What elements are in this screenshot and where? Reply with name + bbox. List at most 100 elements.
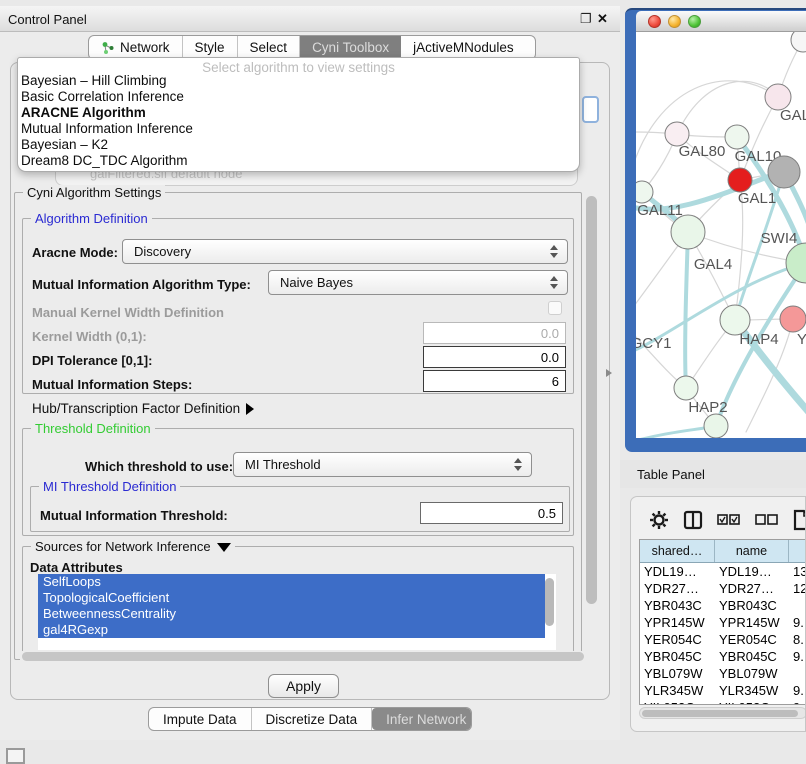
manual-kernel-checkbox[interactable] xyxy=(548,301,562,315)
export-table-icon[interactable] xyxy=(793,509,806,531)
background-combo-fragment xyxy=(582,96,599,123)
network-node[interactable] xyxy=(674,376,698,400)
spinner-icon xyxy=(550,276,558,289)
table-cell: YBR043C xyxy=(715,597,789,614)
tab-label: Style xyxy=(195,40,225,55)
tab-select[interactable]: Select xyxy=(238,36,301,59)
data-attributes-label: Data Attributes xyxy=(30,560,123,575)
hub-definition-toggle[interactable]: Hub/Transcription Factor Definition xyxy=(32,401,254,416)
table-cell: YDL19… xyxy=(640,563,715,580)
zoom-traffic-light-icon[interactable] xyxy=(688,15,701,28)
gear-icon[interactable] xyxy=(649,510,669,530)
network-node-label: GAL xyxy=(780,107,806,124)
network-edge[interactable] xyxy=(685,232,688,388)
table-column-header[interactable]: A xyxy=(789,540,806,562)
table-panel: shared…nameA YDL19…YDL19…13YDR27…YDR27…1… xyxy=(630,496,806,732)
tab-jactivemnodules[interactable]: jActiveMNodules xyxy=(401,36,526,59)
table-row[interactable]: YIL052CYIL052C9. xyxy=(640,699,806,705)
mi-type-combo[interactable]: Naive Bayes xyxy=(268,270,568,295)
tab-network[interactable]: Network xyxy=(89,36,183,59)
which-threshold-value: MI Threshold xyxy=(245,457,321,472)
network-node[interactable] xyxy=(728,168,752,192)
float-window-icon[interactable]: ❐ xyxy=(580,11,592,27)
table-row[interactable]: YPR145WYPR145W9. xyxy=(640,614,806,631)
sources-group-title[interactable]: Sources for Network Inference xyxy=(31,539,235,554)
aracne-mode-combo[interactable]: Discovery xyxy=(122,239,568,264)
algorithm-option[interactable]: Bayesian – K2 xyxy=(18,137,579,153)
table-panel-title: Table Panel xyxy=(637,467,705,482)
mi-steps-field[interactable]: 6 xyxy=(423,370,566,392)
tab-discretize-data[interactable]: Discretize Data xyxy=(252,708,373,730)
network-node[interactable] xyxy=(671,215,705,249)
table-cell: 12 xyxy=(789,580,806,597)
attributes-scrollbar-thumb[interactable] xyxy=(545,578,554,626)
algorithm-combo-placeholder: Select algorithm to view settings xyxy=(18,58,579,73)
close-traffic-light-icon[interactable] xyxy=(648,15,661,28)
network-window-titlebar[interactable] xyxy=(636,11,806,32)
network-node[interactable] xyxy=(725,125,749,149)
network-node[interactable] xyxy=(636,181,653,203)
data-attribute-item[interactable]: gal4RGexp xyxy=(38,622,545,638)
panel-divider-handle[interactable] xyxy=(606,369,612,377)
table-row[interactable]: YER054CYER054C8. xyxy=(640,631,806,648)
network-node-label: GCY1 xyxy=(636,335,671,352)
table-panel-toolbar xyxy=(631,505,806,535)
table-row[interactable]: YDR27…YDR27…12 xyxy=(640,580,806,597)
network-node[interactable] xyxy=(768,156,800,188)
table-body: YDL19…YDL19…13YDR27…YDR27…12YBR043CYBR04… xyxy=(640,563,806,705)
table-row[interactable]: YBL079WYBL079W xyxy=(640,665,806,682)
algorithm-option[interactable]: Bayesian – Hill Climbing xyxy=(18,73,579,89)
algorithm-dropdown[interactable]: Select algorithm to view settings Bayesi… xyxy=(17,57,580,172)
aracne-mode-value: Discovery xyxy=(134,244,191,259)
data-attribute-item[interactable]: TopologicalCoefficient xyxy=(38,590,545,606)
mi-threshold-field[interactable]: 0.5 xyxy=(420,502,563,524)
network-node[interactable] xyxy=(786,243,806,283)
algorithm-option[interactable]: Basic Correlation Inference xyxy=(18,89,579,105)
close-icon[interactable]: ✕ xyxy=(597,11,608,27)
table-cell: YBR045C xyxy=(640,648,715,665)
which-threshold-combo[interactable]: MI Threshold xyxy=(233,452,532,477)
table-row[interactable]: YDL19…YDL19…13 xyxy=(640,563,806,580)
select-all-checkboxes-icon[interactable] xyxy=(717,514,741,526)
table-column-header[interactable]: shared… xyxy=(640,540,715,562)
network-node[interactable] xyxy=(704,414,728,438)
network-canvas[interactable]: GALGAL80GAL10GAL1GAL11GAL4SWI4GCY1HAP4YH… xyxy=(636,32,806,438)
kernel-width-field[interactable]: 0.0 xyxy=(423,322,566,344)
data-attributes-list[interactable]: SelfLoopsTopologicalCoefficientBetweenne… xyxy=(38,574,556,650)
minimize-traffic-light-icon[interactable] xyxy=(668,15,681,28)
apply-button[interactable]: Apply xyxy=(268,674,339,698)
dpi-tolerance-field[interactable]: 0.0 xyxy=(423,346,566,368)
settings-hscrollbar-thumb[interactable] xyxy=(22,652,584,661)
network-node-label: GAL4 xyxy=(694,256,732,273)
table-row[interactable]: YBR043CYBR043C xyxy=(640,597,806,614)
data-attribute-item[interactable]: BetweennessCentrality xyxy=(38,606,545,622)
algorithm-option[interactable]: ARACNE Algorithm xyxy=(18,105,579,121)
network-node[interactable] xyxy=(791,32,806,52)
network-node-label: GAL11 xyxy=(637,202,683,219)
network-node[interactable] xyxy=(780,306,806,332)
tab-style[interactable]: Style xyxy=(183,36,238,59)
tab-label: Network xyxy=(120,40,170,55)
network-icon xyxy=(101,41,115,55)
node-table[interactable]: shared…nameA YDL19…YDL19…13YDR27…YDR27…1… xyxy=(639,539,806,705)
columns-icon[interactable] xyxy=(683,510,703,530)
table-row[interactable]: YBR045CYBR045C9. xyxy=(640,648,806,665)
tab-cyni-toolbox[interactable]: Cyni Toolbox xyxy=(300,36,401,59)
tab-infer-network[interactable]: Infer Network xyxy=(372,708,472,730)
settings-vscrollbar-thumb[interactable] xyxy=(586,196,597,604)
table-cell: YBR043C xyxy=(640,597,715,614)
deselect-all-checkboxes-icon[interactable] xyxy=(755,514,779,526)
table-hscrollbar-track[interactable] xyxy=(639,707,806,719)
tab-impute-data[interactable]: Impute Data xyxy=(149,708,252,730)
algorithm-option[interactable]: Mutual Information Inference xyxy=(18,121,579,137)
table-hscrollbar-thumb[interactable] xyxy=(642,710,798,717)
algorithm-option[interactable]: Dream8 DC_TDC Algorithm xyxy=(18,153,579,169)
table-column-header[interactable]: name xyxy=(715,540,789,562)
table-cell: 9. xyxy=(789,648,806,665)
network-node-label: GAL1 xyxy=(738,190,776,207)
table-row[interactable]: YLR345WYLR345W9. xyxy=(640,682,806,699)
table-cell: YPR145W xyxy=(715,614,789,631)
data-attribute-item[interactable]: SelfLoops xyxy=(38,574,545,590)
aracne-mode-label: Aracne Mode: xyxy=(32,245,118,260)
dpi-tolerance-label: DPI Tolerance [0,1]: xyxy=(32,353,152,368)
